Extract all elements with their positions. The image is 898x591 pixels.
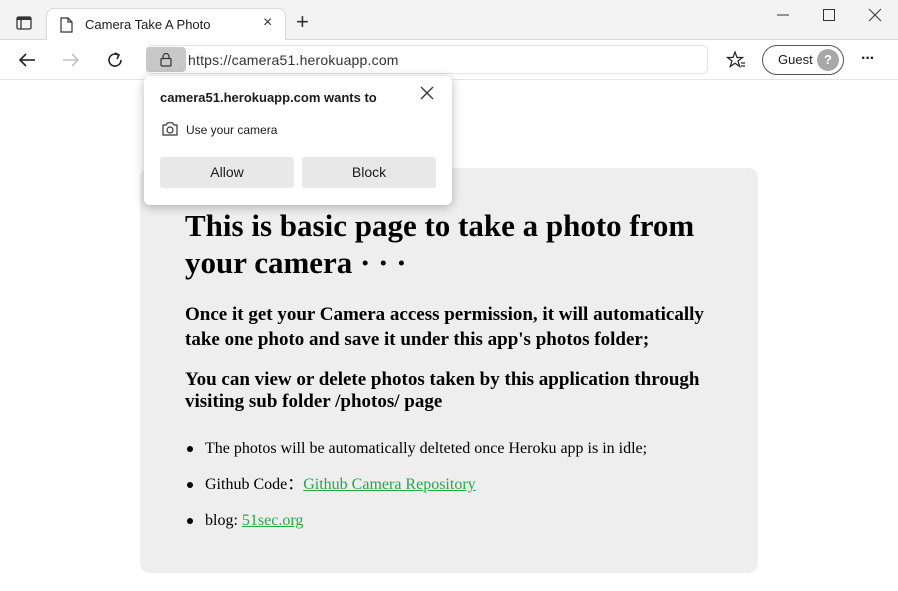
sidebar-toggle-icon[interactable] [16, 15, 32, 31]
tab-close-icon[interactable]: × [263, 15, 272, 31]
close-icon[interactable] [416, 82, 438, 104]
github-repository-link[interactable]: Github Camera Repository [303, 476, 475, 493]
camera-permission-popup: camera51.herokuapp.com wants to Use your… [144, 76, 452, 205]
lock-icon [160, 52, 172, 67]
back-icon[interactable] [18, 51, 36, 69]
blog-link[interactable]: 51sec.org [242, 512, 303, 529]
favorites-icon[interactable] [726, 50, 746, 70]
browser-tab[interactable]: Camera Take A Photo × [46, 8, 286, 40]
block-button[interactable]: Block [302, 157, 436, 188]
maximize-icon[interactable] [822, 8, 836, 22]
page-title: This is basic page to take a photo from … [185, 208, 695, 280]
avatar: ? [817, 49, 839, 71]
more-options-icon[interactable]: ··· [861, 50, 875, 68]
bullet-dot [187, 482, 193, 488]
allow-button[interactable]: Allow [160, 157, 294, 188]
permission-text: Use your camera [186, 123, 278, 137]
list-item-blog: blog: 51sec.org [205, 512, 304, 529]
profile-label: Guest [778, 52, 813, 67]
bullet-dot [187, 446, 193, 452]
page-icon [60, 17, 73, 33]
tab-title: Camera Take A Photo [85, 17, 211, 32]
intro-paragraph: Once it get your Camera access permissio… [185, 304, 704, 350]
bullet-dot [187, 518, 193, 524]
new-tab-button[interactable]: + [296, 11, 309, 33]
url-text[interactable]: https://camera51.herokuapp.com [188, 52, 399, 68]
list-item-idle: The photos will be automatically deltete… [205, 440, 648, 457]
camera-icon [162, 122, 178, 136]
list-item-github: Github Code：Github Camera Repository [205, 476, 476, 493]
popup-title: camera51.herokuapp.com wants to [160, 90, 377, 105]
refresh-icon[interactable] [106, 51, 124, 69]
minimize-icon[interactable] [776, 8, 790, 22]
photos-paragraph: You can view or delete photos taken by t… [185, 369, 700, 412]
site-info-button[interactable] [146, 47, 186, 72]
profile-button[interactable]: Guest ? [762, 45, 844, 75]
forward-icon [63, 53, 80, 67]
close-window-icon[interactable] [868, 8, 882, 22]
